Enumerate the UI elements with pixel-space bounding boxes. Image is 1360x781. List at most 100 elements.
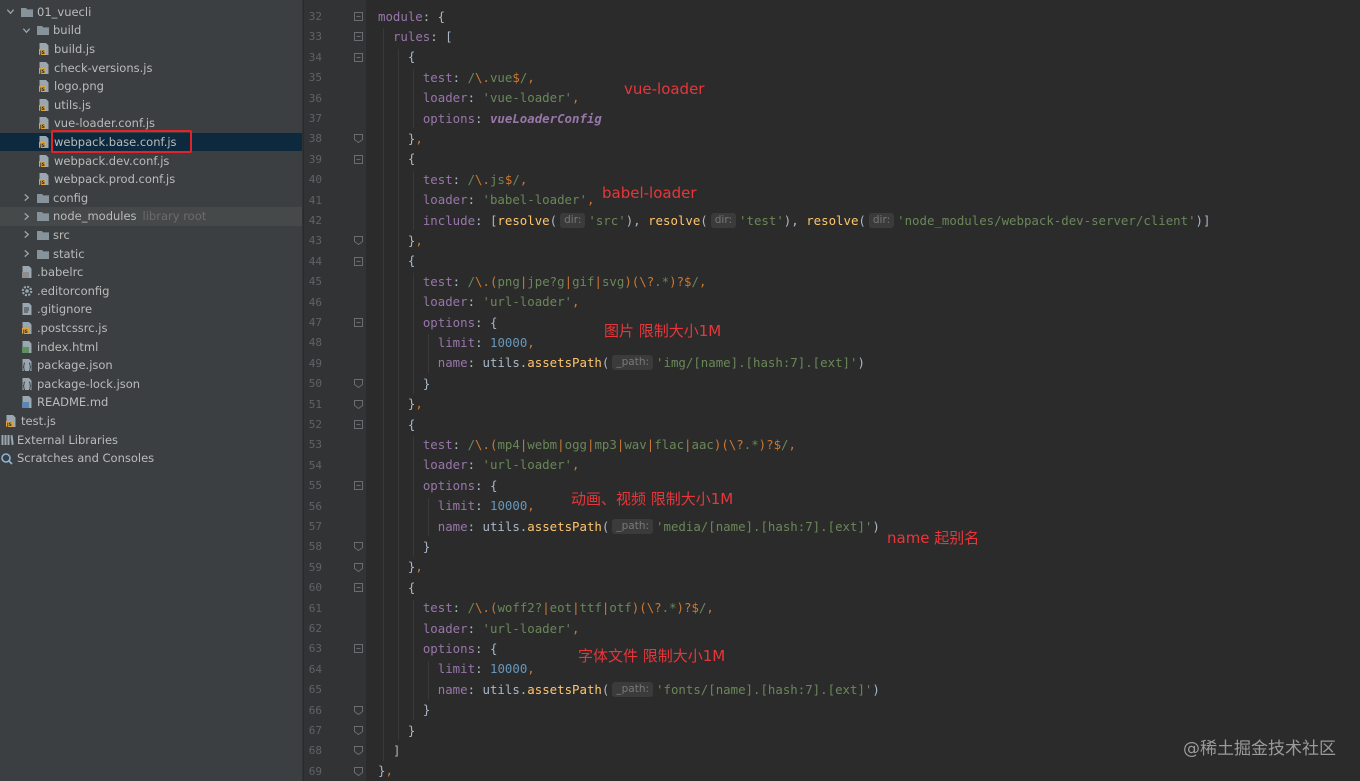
tree-item-gitignore[interactable]: .gitignore (0, 300, 302, 319)
tree-item-index-html[interactable]: index.html (0, 337, 302, 356)
tree-item-package-json[interactable]: package.json (0, 356, 302, 375)
tree-item-package-lock-json[interactable]: package-lock.json (0, 375, 302, 394)
code-line[interactable]: test: / \.(mp4 | webm | ogg | mp3 | wav | flac | aac)… (423, 434, 796, 454)
fold-end-icon[interactable] (354, 726, 363, 735)
code-line[interactable]: test: / \.(woff2? | eot | ttf | otf)(\? .*) ?$ /, (423, 598, 714, 618)
code-line[interactable]: { (408, 251, 415, 271)
code-line[interactable]: loader: 'url-loader', (423, 455, 580, 475)
code-line[interactable]: }, (408, 557, 423, 577)
tree-item-build[interactable]: build (0, 21, 302, 40)
fold-open-icon[interactable] (354, 154, 363, 164)
tree-item-postcssrc-js[interactable]: JS .postcssrc.js (0, 319, 302, 338)
code-line[interactable]: } (423, 700, 430, 720)
fold-open-icon[interactable] (354, 644, 363, 654)
tree-item-editorconfig[interactable]: .editorconfig (0, 282, 302, 301)
tree-item-babelrc[interactable]: .babelrc (0, 263, 302, 282)
code-line[interactable]: } (423, 373, 430, 393)
scratches-icon (0, 451, 14, 465)
fold-open-icon[interactable] (354, 420, 363, 429)
code-line[interactable]: test: / \. js $ /, (423, 169, 527, 189)
code-line[interactable]: name: utils. assetsPath(_path:'img/[name]… (438, 353, 865, 373)
code-token: , (415, 233, 423, 249)
code-line[interactable]: limit: 10000, (438, 496, 535, 516)
tree-item-static[interactable]: static (0, 244, 302, 263)
json-file-icon (20, 377, 34, 391)
tree-item-check-versions-js[interactable]: JS check-versions.js (0, 58, 302, 77)
tree-item-logo-png[interactable]: JS logo.png (0, 77, 302, 96)
fold-end-icon[interactable] (354, 236, 363, 246)
code-line[interactable]: name: utils. assetsPath(_path:'media/[nam… (438, 516, 880, 536)
line-number: 42 (308, 214, 322, 227)
fold-open-icon[interactable] (354, 318, 363, 327)
tree-item-config[interactable]: config (0, 189, 302, 208)
code-line[interactable]: loader: 'vue-loader', (423, 88, 580, 108)
tree-item-webpack-prod-conf-js[interactable]: JS webpack.prod.conf.js (0, 170, 302, 189)
fold-open-icon[interactable] (354, 52, 363, 62)
chevron-right-icon[interactable] (20, 248, 32, 260)
fold-end-icon[interactable] (354, 746, 363, 756)
code-line[interactable]: { (408, 47, 415, 67)
tree-item-src[interactable]: src (0, 226, 302, 245)
fold-open-icon[interactable] (354, 256, 363, 266)
chevron-down-icon[interactable] (20, 24, 32, 36)
project-tree-panel[interactable]: 01_vuecli build JS build.js JS check-versions… (0, 0, 303, 781)
fold-end-icon[interactable] (354, 379, 363, 389)
tree-item-test-js[interactable]: JS test.js (0, 412, 302, 431)
code-token: 'node_modules/webpack-dev-server/client' (897, 212, 1196, 228)
chevron-right-icon[interactable] (20, 192, 32, 204)
code-line[interactable]: options: { (423, 475, 498, 495)
code-line[interactable]: { (408, 149, 415, 169)
tree-item-01-vuecli[interactable]: 01_vuecli (0, 3, 302, 22)
code-line[interactable]: name: utils. assetsPath(_path:'fonts/[nam… (438, 679, 880, 699)
line-number: 65 (308, 683, 322, 697)
code-line[interactable]: test: / \. vue $ /, (423, 67, 535, 87)
fold-open-icon[interactable] (354, 481, 363, 491)
fold-open-icon[interactable] (354, 32, 363, 42)
code-token: loader (422, 620, 468, 636)
tree-item-node-modules[interactable]: node_modules library root (0, 207, 302, 226)
code-token: mp4 (497, 437, 520, 453)
tree-item-utils-js[interactable]: JS utils.js (0, 96, 302, 115)
tree-item-build-js[interactable]: JS build.js (0, 40, 302, 59)
chevron-down-icon[interactable] (4, 6, 16, 18)
code-line[interactable]: } (423, 536, 430, 556)
code-line[interactable]: }, (408, 394, 423, 414)
fold-open-icon[interactable] (354, 12, 363, 21)
code-line[interactable]: { (408, 414, 415, 434)
fold-end-icon[interactable] (354, 399, 363, 409)
tree-item-scratches-and-consoles[interactable]: Scratches and Consoles (0, 449, 302, 468)
chevron-right-icon[interactable] (20, 229, 32, 241)
code-line[interactable]: rules: [ (393, 26, 453, 46)
fold-end-icon[interactable] (354, 766, 363, 776)
fold-open-icon[interactable] (354, 583, 363, 593)
code-line[interactable]: ] (393, 740, 400, 760)
code-line[interactable]: { (408, 577, 415, 597)
code-line[interactable]: module: { (378, 6, 445, 26)
code-line[interactable]: }, (408, 128, 423, 148)
code-token: 'vue-loader' (482, 90, 573, 106)
code-token: \. (475, 273, 490, 289)
code-line[interactable]: limit: 10000, (438, 332, 535, 352)
code-line[interactable]: } (408, 720, 415, 740)
fold-end-icon[interactable] (354, 705, 363, 715)
code-line[interactable]: options: { (423, 638, 498, 658)
fold-end-icon[interactable] (354, 134, 363, 144)
code-token: : { (475, 314, 498, 330)
fold-end-icon[interactable] (354, 542, 363, 552)
code-line[interactable]: }, (378, 761, 393, 781)
code-line[interactable]: test: / \.(png | jpe?g | gif | svg)(\? .*) ?$ /, (423, 271, 707, 291)
tree-item-webpack-dev-conf-js[interactable]: JS webpack.dev.conf.js (0, 151, 302, 170)
code-line[interactable]: loader: 'babel-loader', (423, 190, 595, 210)
code-editor[interactable]: 32 33 34 35 36 37 38 39 40 41 42 43 44 45 46 47 48 49 50 51… (304, 0, 1360, 781)
tree-item-readme-md[interactable]: README.md (0, 393, 302, 412)
code-line[interactable]: limit: 10000, (438, 659, 535, 679)
code-line[interactable]: options: { (423, 312, 498, 332)
tree-item-external-libraries[interactable]: External Libraries (0, 430, 302, 449)
code-line[interactable]: loader: 'url-loader', (423, 292, 580, 312)
code-line[interactable]: loader: 'url-loader', (423, 618, 580, 638)
code-line[interactable]: include: [resolve(dir:'src'), resolve(di… (423, 210, 1210, 230)
fold-end-icon[interactable] (354, 562, 363, 572)
code-line[interactable]: }, (408, 230, 423, 250)
chevron-right-icon[interactable] (20, 210, 32, 222)
code-line[interactable]: options: vueLoaderConfig (423, 108, 602, 128)
